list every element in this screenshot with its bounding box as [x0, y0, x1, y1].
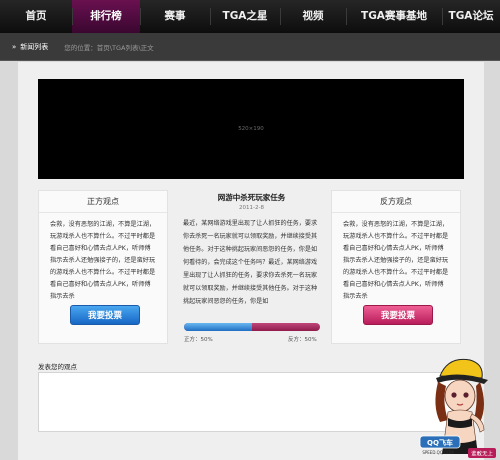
nav-item-2[interactable]: 赛事 — [140, 0, 210, 33]
mascot-figure: QQ飞车 SPEED.QQ.COM 谁敢无上 — [419, 358, 496, 458]
nav-item-0[interactable]: 首页 — [0, 0, 72, 33]
poll-bar — [184, 323, 320, 331]
svg-text:谁敢无上: 谁敢无上 — [471, 450, 494, 458]
pro-panel-title: 正方观点 — [39, 191, 167, 213]
news-list-link[interactable]: 新闻列表 — [20, 42, 48, 52]
double-chevron-icon: » — [12, 42, 17, 51]
nav-item-6[interactable]: TGA论坛 — [442, 0, 500, 33]
pro-panel-text: 会救，没有恶怒的江湖，不算是江湖，玩游戏杀人也不算什么。不过平时都是看自己喜好和… — [50, 221, 156, 300]
con-panel-title: 反方观点 — [332, 191, 460, 213]
nav-item-4[interactable]: 视频 — [280, 0, 346, 33]
video-placeholder-text: 520×190 — [238, 126, 264, 132]
article-title: 网游中杀死玩家任务 — [217, 193, 286, 202]
nav-item-1[interactable]: 排行榜 — [72, 0, 140, 33]
poll-pro-label: 正方：50% — [184, 337, 213, 343]
svg-text:SPEED.QQ.COM: SPEED.QQ.COM — [422, 450, 454, 455]
svg-text:QQ飞车: QQ飞车 — [427, 438, 453, 447]
mascot-image: QQ飞车 SPEED.QQ.COM 谁敢无上 — [418, 350, 500, 460]
breadcrumb: 您的位置：首页\TGA列表\正文 — [64, 43, 154, 52]
article-text: 最近，某网络游戏里出现了让人抓狂的任务，要求你去杀死一名玩家就可以领取奖励，并继… — [183, 220, 318, 305]
opinion-label: 发表您的观点 — [38, 363, 77, 371]
poll-con-label: 反方：50% — [288, 337, 317, 343]
nav-item-5[interactable]: TGA赛事基地 — [346, 0, 442, 33]
nav-item-3[interactable]: TGA之星 — [210, 0, 280, 33]
video-player[interactable]: 520×190 — [38, 79, 464, 179]
article: 网游中杀死玩家任务 2011-2-8 最近，某网络游戏里出现了让人抓狂的任务，要… — [180, 192, 323, 321]
top-nav: 首页 排行榜 赛事 TGA之星 视频 TGA赛事基地 TGA论坛 — [0, 0, 500, 33]
poll-bar-pro-fill — [184, 323, 252, 331]
sub-bar: » 新闻列表 您的位置：首页\TGA列表\正文 — [0, 33, 500, 61]
pro-panel: 正方观点 会救，没有恶怒的江湖，不算是江湖，玩游戏杀人也不算什么。不过平时都是看… — [38, 190, 168, 344]
con-vote-button[interactable]: 我要投票 — [363, 305, 433, 325]
opinion-textarea[interactable] — [38, 372, 464, 432]
qq-speed-logo: QQ飞车 SPEED.QQ.COM 谁敢无上 — [419, 435, 496, 458]
con-panel: 反方观点 会救，没有恶怒的江湖，不算是江湖，玩游戏杀人也不算什么。不过平时都是看… — [331, 190, 461, 344]
con-panel-text: 会救，没有恶怒的江湖，不算是江湖，玩游戏杀人也不算什么。不过平时都是看自己喜好和… — [343, 221, 449, 300]
pro-vote-button[interactable]: 我要投票 — [70, 305, 140, 325]
article-date: 2011-2-8 — [239, 205, 264, 211]
